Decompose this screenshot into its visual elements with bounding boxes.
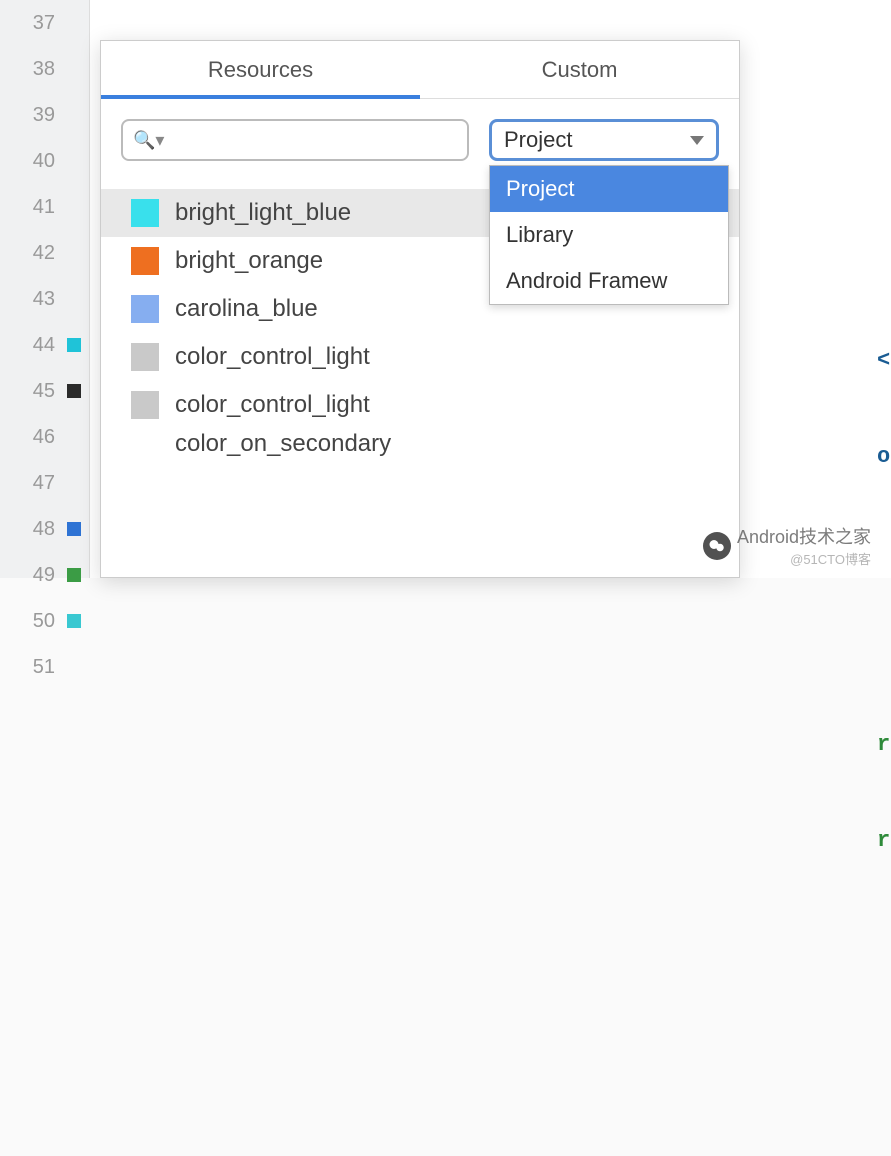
list-item[interactable]: color_on_secondary [101, 429, 739, 459]
dropdown-option-project[interactable]: Project [490, 166, 728, 212]
line-number: 39 [33, 104, 55, 127]
dropdown-option-library[interactable]: Library [490, 212, 728, 258]
gutter-swatch [67, 384, 81, 398]
line-number: 45 [33, 380, 55, 403]
tab-custom[interactable]: Custom [420, 41, 739, 98]
list-item-label: bright_orange [175, 247, 323, 275]
color-swatch-icon [131, 295, 159, 323]
filter-row: 🔍▾ Project Project Library Android Frame… [101, 99, 739, 181]
list-item-label: color_control_light [175, 343, 370, 371]
watermark-title: Android技术之家 [737, 523, 871, 549]
wechat-icon [703, 532, 731, 560]
list-item-label: bright_light_blue [175, 199, 351, 227]
code-line: > [98, 1106, 891, 1152]
tab-resources[interactable]: Resources [101, 41, 420, 98]
line-number: 43 [33, 288, 55, 311]
color-picker-popup: Resources Custom 🔍▾ Project Project Libr… [100, 40, 740, 578]
dropdown-selected-label: Project [504, 127, 572, 153]
line-number: 51 [33, 656, 55, 679]
scope-dropdown-button[interactable]: Project [489, 119, 719, 161]
line-number: 46 [33, 426, 55, 449]
color-swatch-icon [131, 199, 159, 227]
watermark: Android技术之家 @51CTO博客 [703, 523, 871, 568]
line-number-gutter: 37 38 39 40 41 42 43 44 45 46 47 48 49 5… [0, 0, 90, 578]
line-number: 42 [33, 242, 55, 265]
line-number: 37 [33, 12, 55, 35]
line-number: 48 [33, 518, 55, 541]
color-swatch-icon [131, 391, 159, 419]
search-box[interactable]: 🔍▾ [121, 119, 469, 161]
chevron-down-icon [690, 136, 704, 145]
dropdown-menu: Project Library Android Framew [489, 165, 729, 305]
line-number: 44 [33, 334, 55, 357]
line-number: 40 [33, 150, 55, 173]
tab-label: Custom [542, 57, 618, 83]
line-number: 41 [33, 196, 55, 219]
tab-label: Resources [208, 57, 313, 83]
color-swatch-icon [131, 343, 159, 371]
scope-dropdown: Project Project Library Android Framew [489, 119, 719, 161]
code-line: round_ligh [98, 722, 891, 768]
tab-bar: Resources Custom [101, 41, 739, 99]
gutter-swatch [67, 614, 81, 628]
gutter-swatch [67, 568, 81, 582]
gutter-swatch [67, 338, 81, 352]
line-number: 38 [33, 58, 55, 81]
list-item-label: carolina_blue [175, 295, 318, 323]
code-line: round_dark [98, 818, 891, 864]
watermark-sub: @51CTO博客 [737, 549, 871, 568]
line-number: 47 [33, 472, 55, 495]
dropdown-option-android-framework[interactable]: Android Framew [490, 258, 728, 304]
line-number: 50 [33, 610, 55, 633]
list-item-label: color_on_secondary [175, 430, 391, 458]
list-item[interactable]: color_control_light [101, 381, 739, 429]
list-item[interactable]: color_control_light [101, 333, 739, 381]
line-number: 49 [33, 564, 55, 587]
color-swatch-icon [131, 247, 159, 275]
gutter-swatch [67, 522, 81, 536]
search-icon: 🔍▾ [133, 130, 164, 151]
search-input[interactable] [168, 129, 457, 152]
list-item-label: color_control_light [175, 391, 370, 419]
